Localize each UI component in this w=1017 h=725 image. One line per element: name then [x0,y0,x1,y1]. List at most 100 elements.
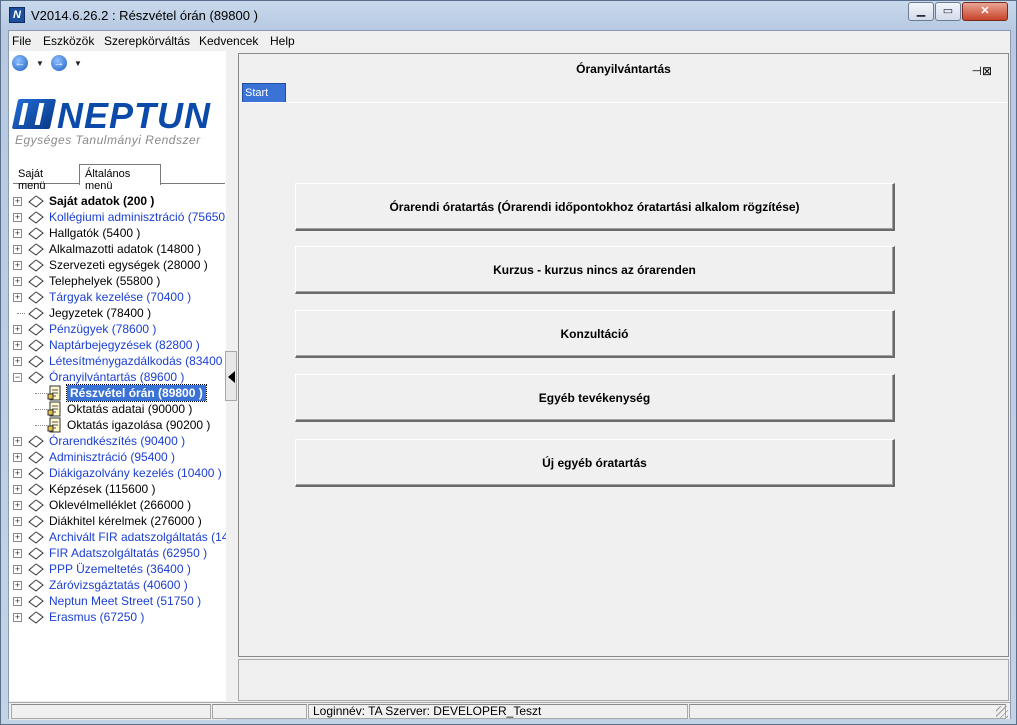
tree-item-label: Jegyzetek (78400 ) [49,306,152,320]
back-arrow-icon[interactable]: ← [12,55,28,71]
tree-item-label: Diákigazolvány kezelés (10400 ) [49,466,222,480]
expand-icon[interactable]: + [13,325,22,334]
folder-icon [27,322,45,336]
lower-panel [238,659,1009,701]
document-icon [47,385,63,401]
status-cell-4 [689,704,1006,719]
expand-icon[interactable]: + [13,565,22,574]
tree-connector [35,425,47,426]
menu-help[interactable]: Help [270,34,295,48]
collapse-icon[interactable]: − [13,373,22,382]
tree-item-label: Szervezeti egységek (28000 ) [49,258,208,272]
expand-icon[interactable]: + [13,229,22,238]
expand-icon[interactable]: + [13,261,22,270]
main-panel: Óranyilvántartás ⊣⊠ Start Órarendi órata… [238,53,1009,657]
folder-icon [27,354,45,368]
folder-icon [27,498,45,512]
logo-name: NEPTUN [57,95,212,136]
expand-icon[interactable]: + [13,213,22,222]
folder-icon [27,242,45,256]
client-area: File Eszközök Szerepkörváltás Kedvencek … [8,30,1011,720]
menu-file[interactable]: File [12,34,31,48]
folder-icon [27,306,45,320]
folder-icon [27,546,45,560]
page-title: Óranyilvántartás [576,62,671,76]
back-dropdown-icon[interactable]: ▼ [36,59,44,68]
expand-icon[interactable]: + [13,613,22,622]
content-panel: Órarendi óratartás (Órarendi időpontokho… [240,102,1007,656]
tree-item-label: Képzések (115600 ) [49,482,156,496]
expand-icon[interactable]: + [13,549,22,558]
menu-eszkozok[interactable]: Eszközök [43,34,94,48]
close-button[interactable]: ✕ [962,2,1008,21]
expand-icon[interactable]: + [13,437,22,446]
status-login: Loginnév: TA Szerver: DEVELOPER_Teszt [308,704,688,719]
panel-collapse-splitter[interactable] [225,351,237,401]
tab-sajat-menu[interactable]: Saját menü [13,167,75,192]
tree-item-label: Tárgyak kezelése (70400 ) [49,290,192,304]
folder-icon [27,194,45,208]
expand-icon[interactable]: + [13,245,22,254]
pin-icon[interactable]: ⊣⊠ [971,64,992,78]
tab-start[interactable]: Start [242,83,286,103]
tree-item-label: Adminisztráció (95400 ) [49,450,176,464]
folder-icon [27,466,45,480]
tree-item-label: Pénzügyek (78600 ) [49,322,157,336]
collapse-left-icon[interactable] [228,371,235,383]
expand-icon[interactable]: + [13,517,22,526]
forward-dropdown-icon[interactable]: ▼ [74,59,82,68]
expand-icon[interactable]: + [13,533,22,542]
document-icon [47,417,63,433]
expand-icon[interactable]: + [13,469,22,478]
expand-icon[interactable]: + [13,581,22,590]
expand-icon[interactable]: + [13,453,22,462]
tree-connector [17,313,25,314]
minimize-button[interactable]: ▁ [908,2,934,21]
expand-icon[interactable]: + [13,597,22,606]
tree-item-label: Záróvizsgáztatás (40600 ) [49,578,188,592]
status-cell-2 [212,704,307,719]
tree-item-label: Archivált FIR adatszolgáltatás (14450 [49,530,226,544]
application-window: N V2014.6.26.2 : Részvétel órán (89800 )… [0,0,1017,725]
tab-altalanos-menu[interactable]: Általános menü [79,164,161,192]
expand-icon[interactable]: + [13,293,22,302]
tree-item-label: Órarendkészítés (90400 ) [49,434,186,448]
tree-item-label: Óranyilvántartás (89600 ) [49,370,185,384]
folder-icon [27,210,45,224]
folder-icon [27,482,45,496]
konzultacio-button[interactable]: Konzultáció [295,310,895,358]
folder-icon [27,274,45,288]
window-title: V2014.6.26.2 : Részvétel órán (89800 ) [31,8,258,23]
tree-item-label: Diákhitel kérelmek (276000 ) [49,514,202,528]
expand-icon[interactable]: + [13,197,22,206]
egyeb-tevekenyseg-button[interactable]: Egyéb tevékenység [295,374,895,422]
menu-kedvencek[interactable]: Kedvencek [199,34,258,48]
kurzus-nincs-orarenden-button[interactable]: Kurzus - kurzus nincs az órarenden [295,246,895,294]
folder-icon [27,226,45,240]
forward-arrow-icon[interactable]: → [51,55,67,71]
tree-item-label: Saját adatok (200 ) [49,194,155,208]
expand-icon[interactable]: + [13,341,22,350]
orarendi-oratartas-button[interactable]: Órarendi óratartás (Órarendi időpontokho… [295,183,895,231]
tree-item-label: Oktatás igazolása (90200 ) [67,418,211,432]
neptun-logo: NEPTUN Egységes Tanulmányi Rendszer [11,95,221,161]
expand-icon[interactable]: + [13,501,22,510]
expand-icon[interactable]: + [13,277,22,286]
tree-item-label: Erasmus (67250 ) [49,610,145,624]
expand-icon[interactable]: + [13,357,22,366]
folder-icon [27,594,45,608]
resize-grip-icon[interactable] [996,706,1008,718]
folder-icon [27,370,45,384]
tree-item-label: Alkalmazotti adatok (14800 ) [49,242,202,256]
folder-icon [27,434,45,448]
folder-icon [27,258,45,272]
menu-szerepkorvaltas[interactable]: Szerepkörváltás [104,34,190,48]
folder-icon [27,530,45,544]
uj-egyeb-oratartas-button[interactable]: Új egyéb óratartás [295,439,895,487]
maximize-button[interactable]: ▭ [935,2,961,21]
expand-icon[interactable]: + [13,485,22,494]
tree-item-label: Kollégiumi adminisztráció (75650 ) [49,210,226,224]
menu-bar: File Eszközök Szerepkörváltás Kedvencek … [9,31,304,51]
title-bar[interactable]: N V2014.6.26.2 : Részvétel órán (89800 )… [1,1,1016,29]
neptun-app-icon[interactable]: N [9,7,25,23]
